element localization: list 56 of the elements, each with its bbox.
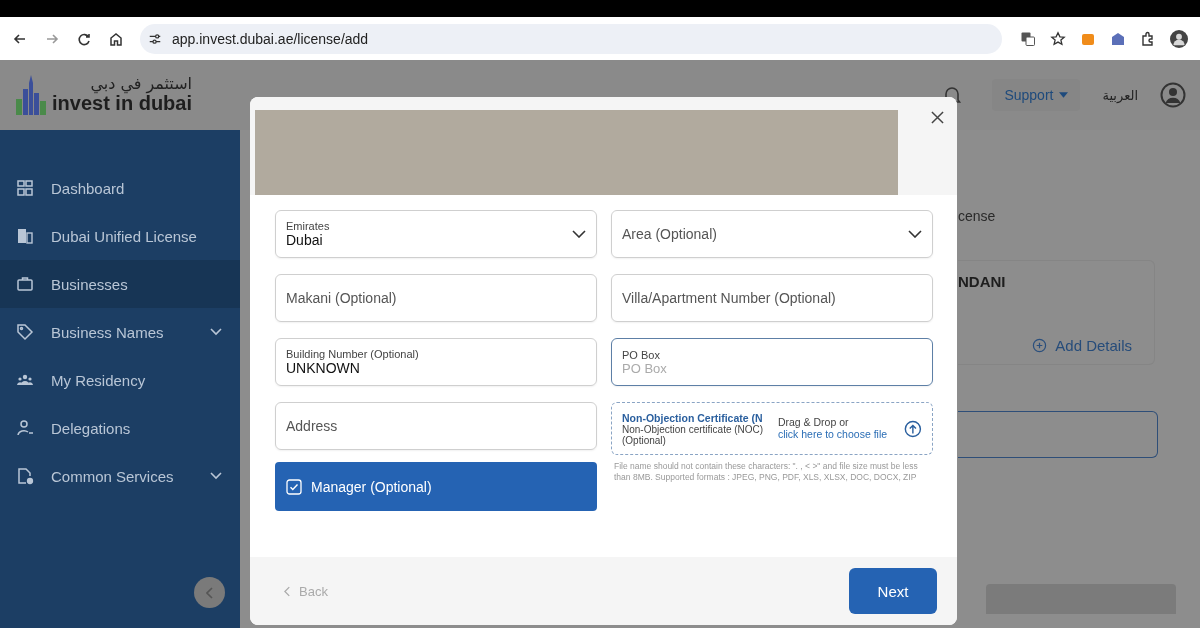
sidebar-item[interactable]: Dashboard [0,164,240,212]
next-button[interactable]: Next [849,568,937,614]
sidebar-item[interactable]: Dubai Unified License [0,212,240,260]
plus-circle-icon [1032,338,1048,353]
chevron-down-icon [210,472,222,480]
chevron-down-icon [908,230,922,238]
document-gear-icon [16,467,34,485]
logo-text: invest in dubai [52,92,193,114]
profile-avatar-icon[interactable] [1170,29,1188,48]
close-icon[interactable] [931,111,944,124]
language-link[interactable]: العربية [1102,87,1138,103]
input-field[interactable] [958,411,1158,458]
grid-icon [16,179,34,197]
home-icon[interactable] [108,30,124,47]
chevron-down-icon [572,230,586,238]
dropdown-field[interactable]: Emirates Dubai [275,210,597,258]
translate-icon[interactable] [1020,30,1036,47]
input-field[interactable]: Villa/Apartment Number (Optional) [611,274,933,322]
sidebar-item[interactable]: Business Names [0,308,240,356]
logo-arabic-text: استثمر في دبي [89,76,193,93]
input-field[interactable]: Building Number (Optional) UNKNOWN [275,338,597,386]
sidebar-item[interactable]: Businesses [0,260,240,308]
upload-title: Non-Objection Certificate (N [622,411,764,424]
checkbox-checked-icon [286,478,302,495]
sidebar-item[interactable]: Delegations [0,404,240,452]
sidebar-item[interactable]: My Residency [0,356,240,404]
drop-text: Drag & Drop or [777,416,850,429]
bookmark-star-icon[interactable] [1050,30,1066,47]
puzzle-icon[interactable] [1140,30,1156,47]
file-requirements-note: File name should not contain these characters: ". , < >" and file size must be less than 8MB. Supported formats : JPEG, PNG, PDF, XLS, XLSX, DOC, DOCX, ZIP [613,461,919,483]
user-avatar-icon[interactable] [1160,82,1186,108]
site-settings-icon[interactable] [148,31,162,46]
person-icon [16,419,34,437]
choose-file-link[interactable]: click here to choose file [777,428,897,441]
skyline-logo-icon [14,75,48,115]
chevron-left-icon [284,585,291,597]
chevron-left-icon [205,586,214,599]
briefcase-icon [16,275,34,293]
tag-icon [16,323,34,341]
chevron-down-icon [210,328,222,336]
upload-description: Non-Objection certificate (NOC) (Optional) [622,423,765,446]
heading-text: cense [958,208,997,224]
manager-checkbox-button[interactable]: Manager (Optional) [275,462,597,511]
input-field[interactable]: Address [275,402,597,450]
collapse-sidebar-button[interactable] [194,577,225,608]
sidebar-item[interactable]: Common Services [0,452,240,500]
caret-icon [1059,92,1069,98]
card-title: NDANI [958,273,1007,290]
url-text[interactable]: app.invest.dubai.ae/license/add [172,30,369,47]
input-field[interactable]: PO Box PO Box [611,338,933,386]
extension-icon[interactable] [1110,30,1126,47]
upload-icon[interactable] [904,419,922,438]
input-field[interactable]: Makani (Optional) [275,274,597,322]
dropdown-field[interactable]: Area (Optional) [611,210,933,258]
file-upload-area[interactable]: Non-Objection Certificate (N Non-Objection certificate (NOC) (Optional) Drag & Drop or click here to choose file [611,402,933,455]
building-icon [16,227,34,245]
